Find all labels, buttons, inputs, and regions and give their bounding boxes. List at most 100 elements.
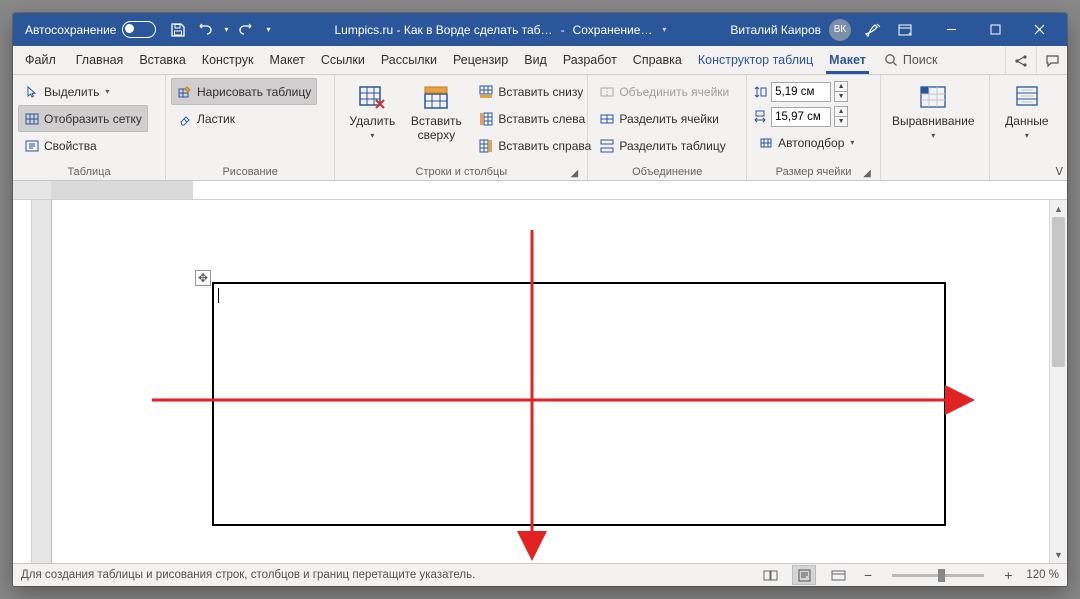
- height-icon: [752, 84, 768, 100]
- coming-soon-icon[interactable]: [865, 21, 883, 39]
- alignment-button[interactable]: Выравнивание ▾: [886, 78, 981, 143]
- document-title: Lumpics.ru - Как в Ворде сделать таб…: [334, 23, 552, 37]
- merge-cells-button: Объединить ячейки: [593, 78, 735, 105]
- insert-above-button[interactable]: Вставить сверху: [404, 78, 468, 146]
- vertical-scrollbar[interactable]: ▲ ▼: [1049, 200, 1067, 563]
- tab-help[interactable]: Справка: [625, 46, 690, 74]
- save-icon[interactable]: [170, 22, 186, 38]
- split-table-button[interactable]: Разделить таблицу: [593, 132, 735, 159]
- group-cell-size: ▲▼ ▲▼ Автоподбор▾ Размер ячейки◢: [747, 75, 881, 180]
- dialog-launcher-icon[interactable]: ◢: [568, 167, 580, 179]
- group-draw: Нарисовать таблицу Ластик Рисование: [166, 75, 335, 180]
- search-icon: [884, 53, 898, 67]
- chevron-down-icon: ▾: [1025, 131, 1029, 140]
- avatar[interactable]: ВК: [829, 19, 851, 41]
- delete-button[interactable]: Удалить ▾: [340, 78, 404, 143]
- status-bar: Для создания таблицы и рисования строк, …: [13, 563, 1067, 586]
- autosave-toggle-icon[interactable]: [122, 21, 156, 38]
- vertical-ruler[interactable]: [13, 200, 32, 563]
- row-height-input[interactable]: ▲▼: [752, 81, 860, 102]
- insert-below-button[interactable]: Вставить снизу: [472, 78, 597, 105]
- web-layout-button[interactable]: [826, 565, 850, 585]
- horizontal-ruler[interactable]: [13, 181, 1067, 200]
- eraser-icon: [177, 111, 193, 127]
- zoom-slider[interactable]: [892, 574, 984, 577]
- title-bar: Автосохранение ▾ ▾ Lumpics.ru - Как в Во…: [13, 13, 1067, 46]
- tab-table-layout[interactable]: Макет: [821, 46, 874, 74]
- spinner-down-icon[interactable]: ▼: [834, 116, 848, 127]
- insert-col-right-icon: [478, 138, 494, 154]
- close-button[interactable]: [1017, 13, 1061, 46]
- autofit-button[interactable]: Автоподбор▾: [752, 129, 860, 156]
- ribbon-display-icon[interactable]: [897, 22, 913, 38]
- group-merge: Объединить ячейки Разделить ячейки Разде…: [588, 75, 747, 180]
- page-canvas[interactable]: ✥: [32, 200, 1049, 563]
- dialog-launcher-icon[interactable]: ◢: [861, 167, 873, 179]
- status-hint: Для создания таблицы и рисования строк, …: [21, 569, 475, 581]
- tab-mailings[interactable]: Рассылки: [373, 46, 445, 74]
- autofit-icon: [758, 135, 774, 151]
- read-mode-button[interactable]: [758, 565, 782, 585]
- tab-insert[interactable]: Вставка: [131, 46, 193, 74]
- insert-right-button[interactable]: Вставить справа: [472, 132, 597, 159]
- tab-developer[interactable]: Разработ: [555, 46, 625, 74]
- delete-table-icon: [356, 81, 388, 113]
- tab-design[interactable]: Конструк: [194, 46, 262, 74]
- tab-table-design[interactable]: Конструктор таблиц: [690, 46, 821, 74]
- app-window: Автосохранение ▾ ▾ Lumpics.ru - Как в Во…: [13, 13, 1067, 586]
- tab-references[interactable]: Ссылки: [313, 46, 373, 74]
- ribbon-tabs: Файл Главная Вставка Конструк Макет Ссыл…: [13, 46, 1067, 75]
- view-gridlines-button[interactable]: Отобразить сетку: [18, 105, 148, 132]
- scroll-down-icon[interactable]: ▼: [1050, 546, 1067, 563]
- group-alignment: Выравнивание ▾: [881, 75, 990, 180]
- maximize-button[interactable]: [973, 13, 1017, 46]
- title-dropdown-icon[interactable]: ▾: [662, 25, 666, 34]
- tab-view[interactable]: Вид: [516, 46, 555, 74]
- data-button[interactable]: Данные ▾: [995, 78, 1059, 143]
- table-move-handle-icon[interactable]: ✥: [195, 270, 211, 286]
- autosave-control[interactable]: Автосохранение: [25, 21, 156, 38]
- data-icon: [1011, 81, 1043, 113]
- share-button[interactable]: [1005, 46, 1036, 74]
- select-button[interactable]: Выделить▾: [18, 78, 148, 105]
- split-cells-button[interactable]: Разделить ячейки: [593, 105, 735, 132]
- scroll-up-icon[interactable]: ▲: [1050, 200, 1067, 217]
- properties-button[interactable]: Свойства: [18, 132, 148, 159]
- chevron-down-icon: ▾: [370, 131, 374, 140]
- print-layout-button[interactable]: [792, 565, 816, 585]
- tab-home[interactable]: Главная: [68, 46, 132, 74]
- undo-dropdown-icon[interactable]: ▾: [224, 25, 228, 34]
- grid-icon: [24, 111, 40, 127]
- tab-layout[interactable]: Макет: [261, 46, 312, 74]
- insert-row-above-icon: [420, 81, 452, 113]
- insert-row-below-icon: [478, 84, 494, 100]
- scroll-thumb[interactable]: [1052, 217, 1065, 367]
- qat-customize-icon[interactable]: ▾: [267, 25, 271, 34]
- eraser-button[interactable]: Ластик: [171, 105, 317, 132]
- group-rows-cols: Удалить ▾ Вставить сверху Вставить снизу…: [335, 75, 588, 180]
- cursor-icon: [24, 84, 40, 100]
- quick-access-toolbar: ▾ ▾: [170, 22, 270, 38]
- tab-file[interactable]: Файл: [13, 46, 68, 74]
- user-area: Виталий Каиров ВК: [730, 19, 917, 41]
- properties-icon: [24, 138, 40, 154]
- group-table: Выделить▾ Отобразить сетку Свойства Табл…: [13, 75, 166, 180]
- redo-icon[interactable]: [239, 22, 255, 38]
- draw-table-button[interactable]: Нарисовать таблицу: [171, 78, 317, 105]
- col-width-input[interactable]: ▲▼: [752, 106, 860, 127]
- minimize-button[interactable]: [929, 13, 973, 46]
- comments-button[interactable]: [1036, 46, 1067, 74]
- undo-icon[interactable]: [196, 22, 212, 38]
- zoom-out-button[interactable]: −: [860, 567, 876, 583]
- tab-review[interactable]: Рецензир: [445, 46, 516, 74]
- insert-left-button[interactable]: Вставить слева: [472, 105, 597, 132]
- collapse-ribbon-icon[interactable]: ᐯ: [1055, 165, 1063, 178]
- split-table-icon: [599, 138, 615, 154]
- chevron-down-icon: ▾: [931, 131, 935, 140]
- spinner-down-icon[interactable]: ▼: [834, 91, 848, 102]
- table-cell[interactable]: [212, 282, 946, 526]
- zoom-in-button[interactable]: +: [1000, 567, 1016, 583]
- search-box[interactable]: Поиск: [874, 46, 948, 74]
- zoom-level[interactable]: 120 %: [1026, 569, 1059, 581]
- search-placeholder: Поиск: [903, 53, 938, 67]
